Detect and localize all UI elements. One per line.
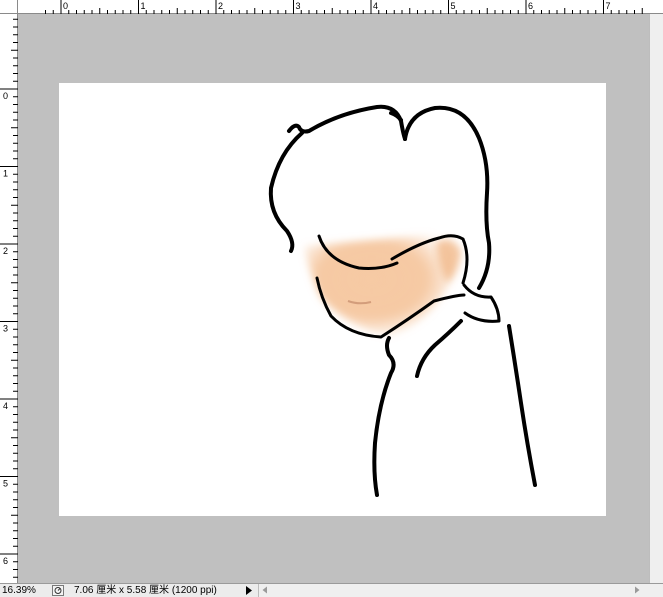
- ruler-label: 7: [606, 1, 611, 11]
- ruler-label: 1: [3, 169, 8, 179]
- ruler-label: 1: [141, 1, 146, 11]
- horizontal-ruler[interactable]: 0 1 2 3 4 5 6 7: [0, 0, 663, 14]
- ruler-label: 3: [296, 1, 301, 11]
- ruler-label: 6: [3, 556, 8, 566]
- ruler-label: 3: [3, 324, 8, 334]
- document-canvas[interactable]: [59, 83, 606, 516]
- ruler-label: 5: [451, 1, 456, 11]
- drawing-artwork: [268, 104, 537, 497]
- ruler-label: 2: [218, 1, 223, 11]
- vertical-scrollbar[interactable]: [649, 14, 663, 583]
- ruler-label: 2: [3, 246, 8, 256]
- ruler-label: 6: [528, 1, 533, 11]
- ruler-label: 4: [373, 1, 378, 11]
- status-bar: 16.39% 7.06 厘米 x 5.58 厘米 (1200 ppi): [0, 583, 663, 597]
- triangle-right-icon[interactable]: [245, 586, 253, 595]
- ruler-label: 4: [3, 401, 8, 411]
- vertical-ruler-ticks: 0 1 2 3 4 5 6: [0, 18, 18, 578]
- arrow-left-icon[interactable]: [261, 586, 269, 594]
- ruler-label: 0: [63, 1, 68, 11]
- zoom-level[interactable]: 16.39%: [2, 584, 46, 597]
- horizontal-scrollbar[interactable]: [258, 584, 663, 597]
- arrow-right-icon[interactable]: [633, 586, 641, 594]
- ruler-label: 0: [3, 91, 8, 101]
- vertical-ruler[interactable]: 0 1 2 3 4 5 6: [0, 14, 18, 583]
- horizontal-ruler-ticks: 0 1 2 3 4 5 6 7: [45, 0, 643, 14]
- document-info: 7.06 厘米 x 5.58 厘米 (1200 ppi): [74, 585, 217, 596]
- body-lines: [372, 319, 537, 497]
- document-icon[interactable]: [52, 585, 64, 596]
- ruler-origin-corner[interactable]: [0, 0, 18, 14]
- ruler-label: 5: [3, 479, 8, 489]
